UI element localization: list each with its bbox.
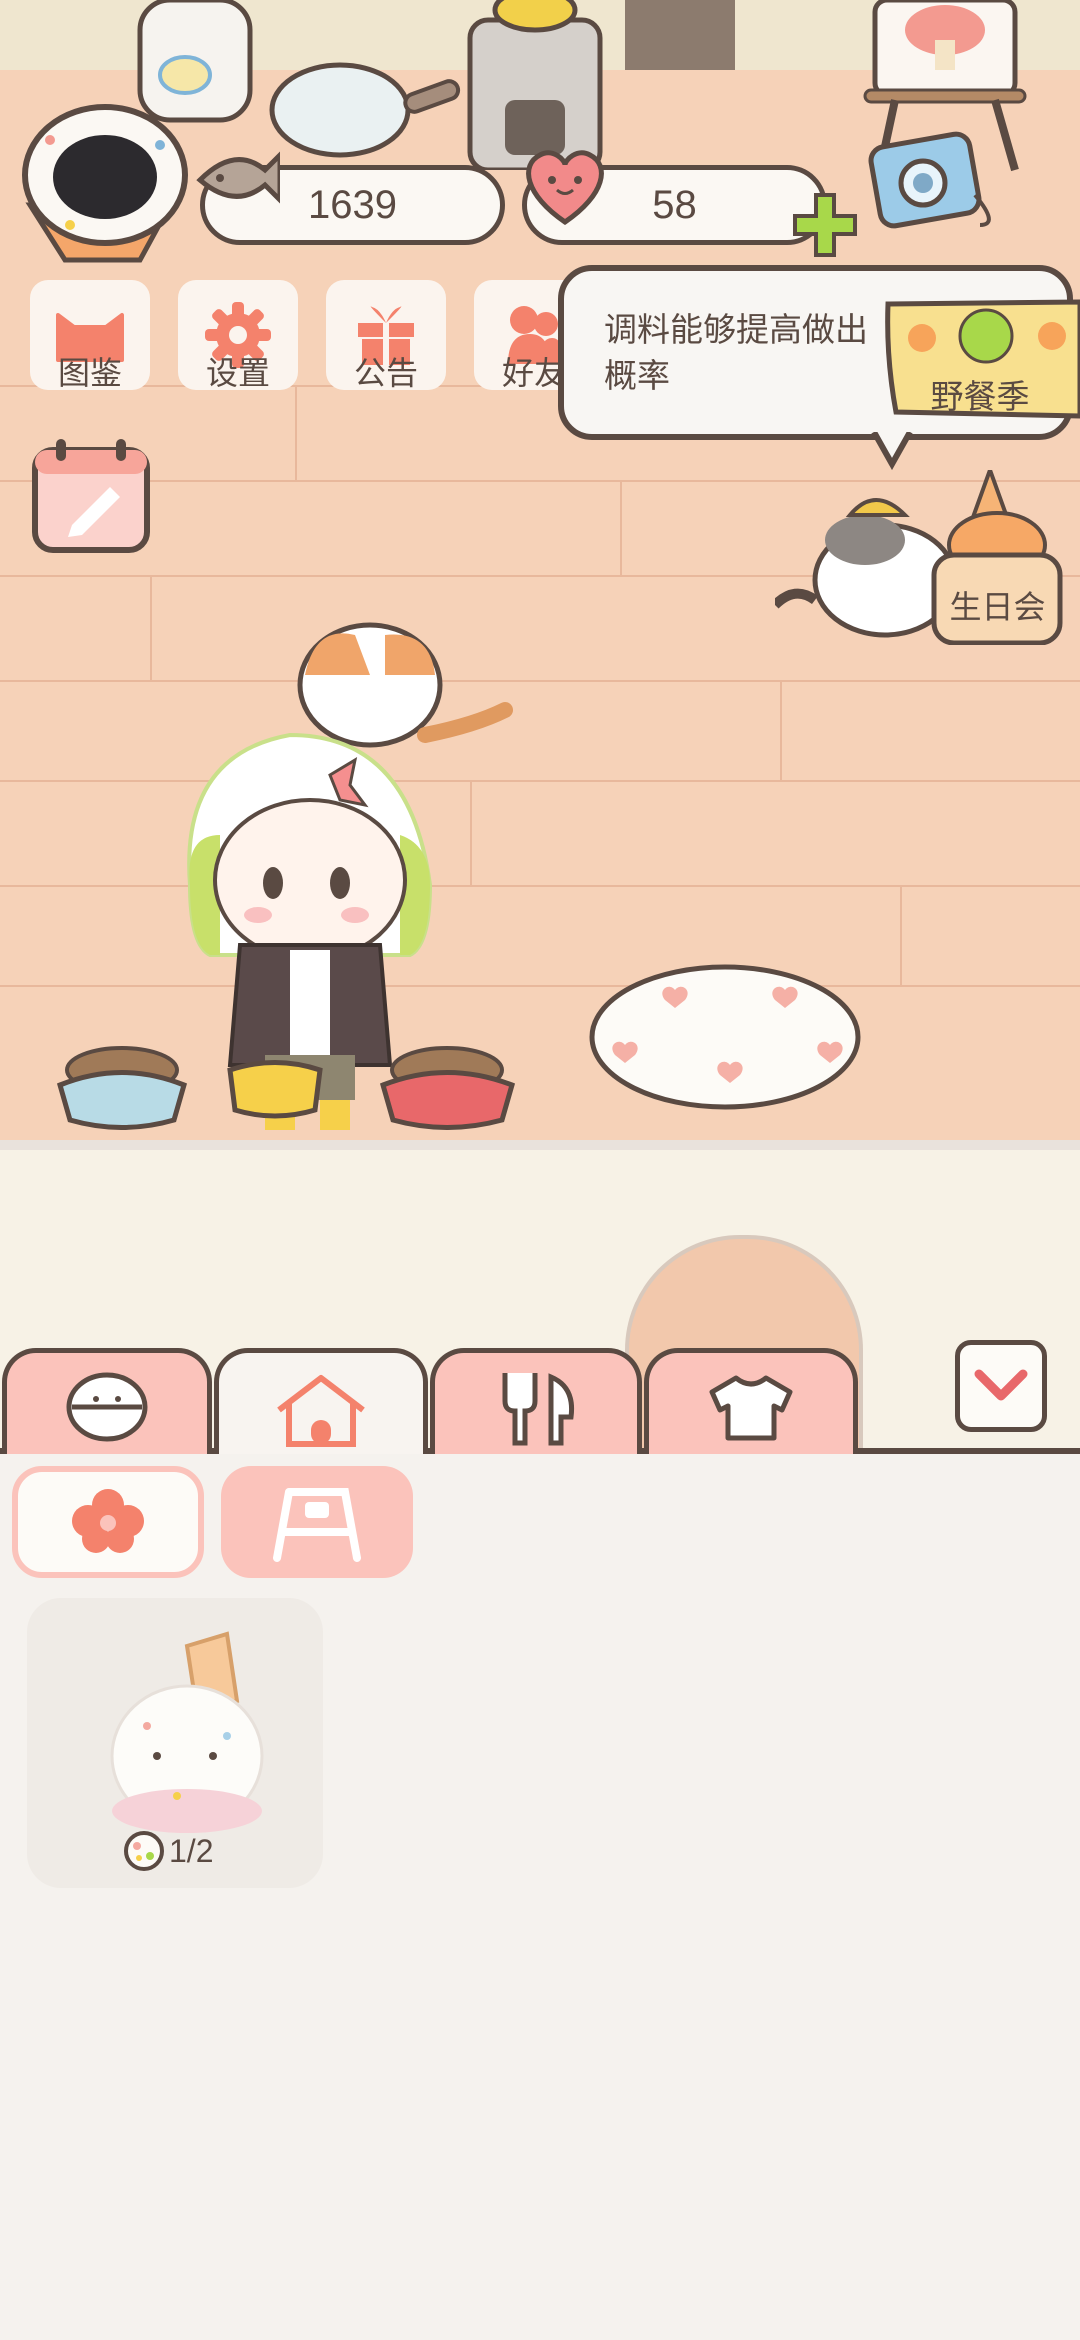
camera-icon[interactable] [865, 125, 1005, 235]
chevron-down-icon [974, 1369, 1028, 1401]
menu-announcement-label: 公告 [353, 354, 418, 392]
subtab-flower[interactable] [12, 1466, 204, 1578]
menu-encyclopedia-label: 图鉴 [57, 354, 122, 392]
food-bowl-blue[interactable] [52, 1030, 192, 1130]
cafe-scene: 1639 58 图鉴 设置 公告 好友 调料能够提高做出 概率 野餐季 生日会 [0, 0, 1080, 1140]
inventory-panel [0, 1454, 1080, 2340]
fish-count: 1639 [308, 182, 397, 227]
shirt-icon [709, 1375, 793, 1440]
egg-icon [124, 1831, 164, 1871]
tab-clothing[interactable] [644, 1348, 858, 1460]
birthday-party-button[interactable]: 生日会 [930, 470, 1065, 645]
tip-text-line1: 调料能够提高做出 [604, 310, 868, 349]
tab-home[interactable] [214, 1348, 428, 1468]
party-hat-cat-cushion-icon [110, 1631, 264, 1833]
tab-food-bowl[interactable] [2, 1348, 212, 1460]
menu-settings[interactable]: 设置 [178, 280, 298, 394]
frying-pan[interactable] [265, 50, 465, 170]
heart-count: 58 [652, 182, 697, 227]
collapse-panel-button[interactable] [955, 1340, 1047, 1432]
floor-edge [0, 1140, 1080, 1150]
doorway [625, 0, 735, 70]
signboard-icon [273, 1488, 361, 1562]
tab-cooking[interactable] [430, 1348, 642, 1460]
add-hearts-button[interactable] [790, 190, 860, 260]
menu-announcement[interactable]: 公告 [326, 280, 446, 394]
inventory-item-card[interactable]: 1/2 [27, 1598, 323, 1888]
fork-knife-icon [502, 1372, 575, 1445]
bowl-icon [66, 1372, 148, 1441]
heart-face-icon [526, 150, 604, 226]
tip-text-line2: 概率 [604, 356, 670, 395]
item-count: 1/2 [169, 1832, 214, 1869]
food-bowl-yellow[interactable] [225, 1050, 325, 1120]
heart-cat-bed[interactable] [585, 960, 865, 1115]
menu-encyclopedia[interactable]: 图鉴 [30, 280, 150, 394]
fish-icon [196, 151, 280, 204]
flower-icon [72, 1489, 144, 1553]
item-count-row: 1/2 [123, 1830, 213, 1872]
calendar-edit-icon[interactable] [30, 435, 155, 555]
player-avatar-badge[interactable] [10, 85, 200, 275]
house-icon [277, 1374, 365, 1447]
picnic-season-banner[interactable]: 野餐季 [880, 298, 1080, 420]
bubble-tail [871, 432, 913, 471]
birthday-party-label: 生日会 [949, 588, 1046, 626]
subtab-sign[interactable] [221, 1466, 413, 1578]
picnic-season-label: 野餐季 [930, 377, 1030, 416]
food-bowl-red[interactable] [375, 1030, 520, 1130]
menu-settings-label: 设置 [205, 354, 270, 392]
